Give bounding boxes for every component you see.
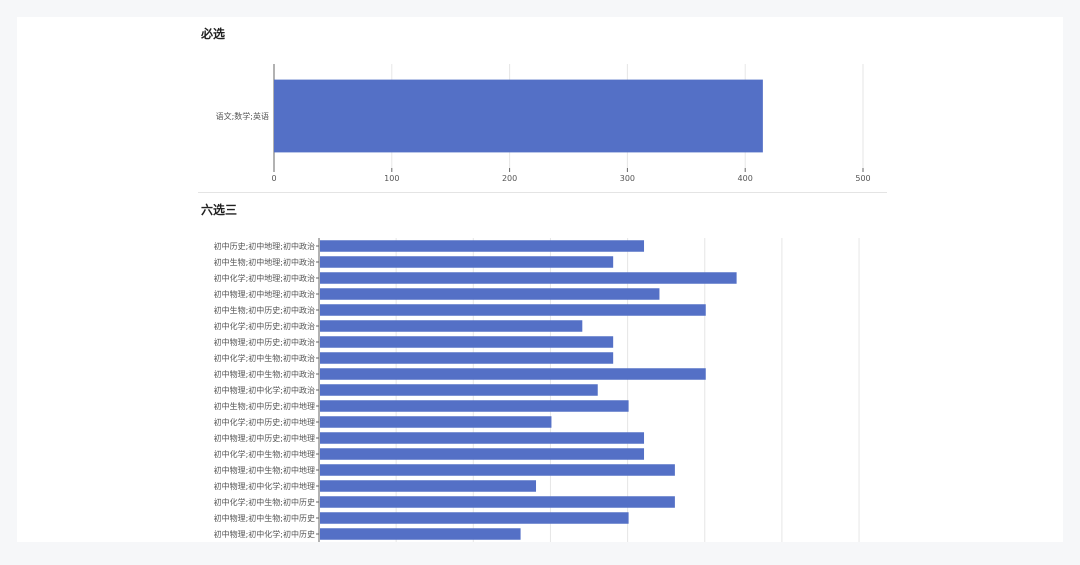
category-label: 初中化学;初中地理;初中政治 — [214, 273, 315, 283]
category-label: 初中生物;初中历史;初中地理 — [214, 401, 315, 411]
category-label: 初中物理;初中化学;初中地理 — [214, 481, 315, 491]
category-label: 初中物理;初中生物;初中地理 — [214, 465, 315, 475]
category-label: 初中化学;初中生物;初中历史 — [214, 497, 315, 507]
bar — [320, 368, 706, 380]
bar — [320, 464, 675, 476]
category-label: 初中物理;初中生物;初中历史 — [214, 513, 315, 523]
bar — [320, 352, 614, 364]
category-label: 初中物理;初中地理;初中政治 — [214, 289, 315, 299]
bar — [320, 384, 598, 396]
category-label: 初中化学;初中历史;初中政治 — [214, 321, 315, 331]
bar — [320, 416, 552, 428]
category-label: 初中物理;初中化学;初中历史 — [214, 529, 315, 539]
category-label: 初中物理;初中化学;初中政治 — [214, 385, 315, 395]
bar — [320, 480, 537, 492]
bar — [320, 320, 583, 332]
bar — [320, 240, 645, 252]
category-label: 初中物理;初中生物;初中政治 — [214, 369, 315, 379]
bar — [320, 528, 521, 540]
bar — [320, 272, 737, 284]
category-label: 初中生物;初中地理;初中政治 — [214, 257, 315, 267]
bar — [320, 448, 645, 460]
bar — [320, 336, 614, 348]
category-label: 初中化学;初中生物;初中地理 — [214, 449, 315, 459]
category-label: 初中化学;初中历史;初中地理 — [214, 417, 315, 427]
category-label: 初中物理;初中历史;初中地理 — [214, 433, 315, 443]
category-label: 初中历史;初中地理;初中政治 — [214, 241, 315, 251]
bar — [320, 256, 614, 268]
bar — [320, 496, 675, 508]
bar — [320, 432, 645, 444]
bar — [320, 304, 706, 316]
category-label: 初中化学;初中生物;初中政治 — [214, 353, 315, 363]
category-label: 初中物理;初中历史;初中政治 — [214, 337, 315, 347]
bar — [320, 288, 660, 300]
chart-six-choose-three: 初中历史;初中地理;初中政治初中生物;初中地理;初中政治初中化学;初中地理;初中… — [214, 238, 860, 542]
bar — [320, 400, 629, 412]
charts-card: 必选 0 100 200 300 400 500 语文;数学;英语 六选三 初中历史;初中地… — [17, 17, 1063, 542]
bar — [320, 512, 629, 524]
category-label: 初中生物;初中历史;初中政治 — [214, 305, 315, 315]
